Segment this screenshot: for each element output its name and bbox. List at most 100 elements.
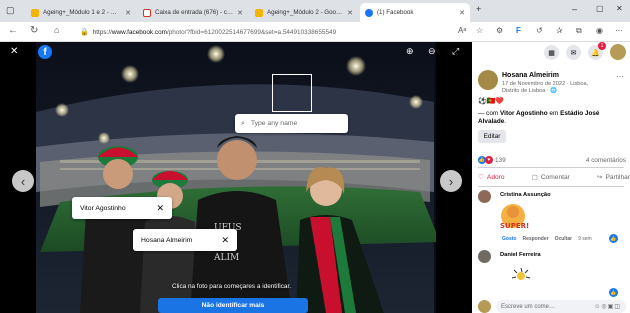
remove-tag-icon[interactable]: ✕ bbox=[156, 203, 164, 214]
reaction-count: 139 bbox=[495, 156, 506, 164]
tag-search-input[interactable]: ⌕ Type any name bbox=[235, 114, 348, 133]
new-tab-icon[interactable]: + bbox=[476, 4, 481, 14]
tab-title: Caixa de entrada (676) - chanan bbox=[155, 9, 234, 16]
place-suffix: . bbox=[504, 118, 507, 125]
comment-button[interactable]: ▢ Comentar bbox=[532, 170, 570, 184]
at-word: em bbox=[549, 110, 559, 117]
post-emojis: ⚽🇵🇹❤️ bbox=[478, 98, 505, 105]
slides-icon bbox=[255, 8, 263, 17]
tab-title: Ageing+_Módulo 1 e 2 - Google bbox=[43, 9, 121, 16]
tag-selection-box[interactable] bbox=[272, 74, 312, 112]
close-icon[interactable]: ✕ bbox=[347, 9, 353, 17]
with-prefix: — com bbox=[478, 110, 499, 117]
commenter-avatar[interactable] bbox=[478, 190, 491, 203]
favorites-icon[interactable]: ✰ bbox=[556, 26, 563, 35]
address-row: ← ↻ ⌂ 🔒 https://www.facebook.com/photo/?… bbox=[0, 22, 630, 42]
commenter-avatar[interactable] bbox=[478, 250, 491, 263]
stop-tagging-button[interactable]: Não identificar mais bbox=[158, 298, 308, 313]
comment-input[interactable]: Escreve um come… ☺◎▣◫ bbox=[496, 300, 626, 313]
comment-reply-link[interactable]: Responder bbox=[522, 236, 548, 242]
comment-like-link[interactable]: Gosto bbox=[502, 236, 516, 242]
zoom-out-icon[interactable]: ⊖ bbox=[428, 46, 436, 57]
collections-icon[interactable]: ⧉ bbox=[576, 26, 582, 36]
like-reaction-icon: 👍 bbox=[609, 234, 618, 243]
comment-input-icons[interactable]: ☺◎▣◫ bbox=[594, 303, 621, 310]
notification-badge: 1 bbox=[598, 42, 606, 50]
comment-hide-link[interactable]: Ocultar bbox=[555, 236, 573, 242]
extension-f-icon[interactable]: F bbox=[516, 26, 521, 35]
remove-tag-icon[interactable]: ✕ bbox=[221, 235, 229, 246]
comment-label: Comentar bbox=[540, 173, 570, 181]
super-sticker: SUPER! bbox=[500, 204, 529, 230]
love-button[interactable]: ♡ Adoro bbox=[478, 170, 505, 184]
stadium-photo[interactable]: UFUS SIM ALIM bbox=[0, 42, 472, 313]
back-icon[interactable]: ← bbox=[8, 25, 18, 36]
home-icon[interactable]: ⌂ bbox=[54, 25, 59, 35]
photo-viewer[interactable]: UFUS SIM ALIM ✕ f ⊕ ⊖ ⤢ ‹ › ⌕ Type any n… bbox=[0, 42, 472, 313]
post-date[interactable]: 17 de Novembro de 2022 · Lisboa, Distrit… bbox=[502, 81, 602, 95]
comment-count[interactable]: 4 comentários bbox=[586, 157, 626, 164]
svg-text:ALIM: ALIM bbox=[213, 253, 239, 263]
tab-2[interactable]: Ageing+_Módulo 2 - Google Sli ✕ bbox=[250, 3, 358, 22]
post-actions: ♡ Adoro ▢ Comentar ↪ Partilhar bbox=[478, 170, 630, 184]
maximize-icon[interactable]: ▢ bbox=[596, 4, 604, 13]
previous-photo-button[interactable]: ‹ bbox=[12, 170, 34, 192]
tab-1[interactable]: Caixa de entrada (676) - chanan ✕ bbox=[138, 3, 248, 22]
name-tag-1[interactable]: Hosana Almeirim ✕ bbox=[133, 229, 237, 251]
profile-icon[interactable]: ◉ bbox=[596, 26, 603, 35]
post-panel: ▦ ✉ 🔔 1 Hosana Almeirim 17 de Novembro d… bbox=[472, 42, 630, 313]
commenter-name[interactable]: Daniel Ferreira bbox=[500, 252, 541, 258]
love-reaction-icon: ♥ bbox=[485, 156, 493, 164]
menu-grid-icon[interactable]: ▦ bbox=[544, 45, 559, 60]
extension-icon[interactable]: ⚙ bbox=[496, 26, 503, 35]
reload-icon[interactable]: ↻ bbox=[30, 25, 38, 36]
comment-icon: ▢ bbox=[531, 174, 538, 181]
read-aloud-icon[interactable]: Aᵃ bbox=[458, 26, 466, 35]
zoom-in-icon[interactable]: ⊕ bbox=[406, 46, 414, 57]
fullscreen-icon[interactable]: ⤢ bbox=[452, 46, 459, 57]
sticker-text: SUPER! bbox=[500, 222, 529, 230]
tab-0[interactable]: Ageing+_Módulo 1 e 2 - Google ✕ bbox=[26, 3, 136, 22]
facebook-logo-icon[interactable]: f bbox=[38, 45, 52, 59]
like-reaction-icon: 👍 bbox=[609, 288, 618, 297]
share-button[interactable]: ↪ Partilhar bbox=[597, 170, 630, 184]
tagged-person-link[interactable]: Vitor Agostinho bbox=[500, 110, 548, 117]
comment-time[interactable]: 9 sem bbox=[578, 236, 592, 242]
tab-actions-icon[interactable]: ▢ bbox=[6, 5, 15, 16]
close-icon[interactable]: ✕ bbox=[125, 9, 131, 17]
close-icon[interactable]: ✕ bbox=[459, 9, 465, 17]
close-icon[interactable]: ✕ bbox=[237, 9, 243, 17]
favorite-icon[interactable]: ☆ bbox=[476, 26, 483, 35]
celebration-sticker bbox=[511, 267, 531, 280]
close-viewer-icon[interactable]: ✕ bbox=[10, 46, 18, 57]
url-bar[interactable]: 🔒 https://www.facebook.com/photo/?fbid=6… bbox=[80, 25, 460, 39]
more-options-icon[interactable]: ⋯ bbox=[616, 72, 624, 81]
tag-search-placeholder: Type any name bbox=[250, 120, 298, 127]
gmail-icon bbox=[143, 8, 151, 17]
messenger-icon[interactable]: ✉ bbox=[566, 45, 581, 60]
slides-icon bbox=[31, 8, 39, 17]
share-icon: ↪ bbox=[596, 174, 603, 181]
heart-icon: ♡ bbox=[478, 174, 484, 181]
tab-title: Ageing+_Módulo 2 - Google Sli bbox=[267, 9, 344, 16]
url-prefix: https:// bbox=[92, 28, 112, 36]
next-photo-button[interactable]: › bbox=[440, 170, 462, 192]
tab-3[interactable]: (1) Facebook ✕ bbox=[360, 3, 470, 22]
more-icon[interactable]: ⋯ bbox=[615, 26, 623, 35]
name-tag-0[interactable]: Vitor Agostinho ✕ bbox=[72, 197, 172, 219]
facebook-icon bbox=[365, 8, 373, 17]
close-window-icon[interactable]: ✕ bbox=[616, 4, 623, 13]
minimize-icon[interactable]: – bbox=[572, 4, 577, 14]
browser-window: ▢ Ageing+_Módulo 1 e 2 - Google ✕ Caixa … bbox=[0, 0, 630, 313]
post-with-line: — com Vitor Agostinho em Estádio José Al… bbox=[478, 110, 626, 126]
commenter-name[interactable]: Cristina Assunção bbox=[500, 192, 551, 198]
account-avatar[interactable] bbox=[610, 44, 626, 60]
tab-title: (1) Facebook bbox=[377, 9, 414, 16]
author-avatar[interactable] bbox=[478, 70, 498, 90]
comment-links: Gosto Responder Ocultar 9 sem bbox=[502, 236, 592, 242]
edit-button[interactable]: Editar bbox=[478, 130, 506, 143]
url-path: /photo/?fbid=612002251467769​9&set=a.544… bbox=[166, 28, 337, 36]
refresh-ext-icon[interactable]: ↺ bbox=[536, 26, 543, 35]
reaction-icons[interactable]: 👍 ♥ 139 bbox=[478, 156, 506, 164]
post-author[interactable]: Hosana Almeirim bbox=[502, 72, 559, 79]
